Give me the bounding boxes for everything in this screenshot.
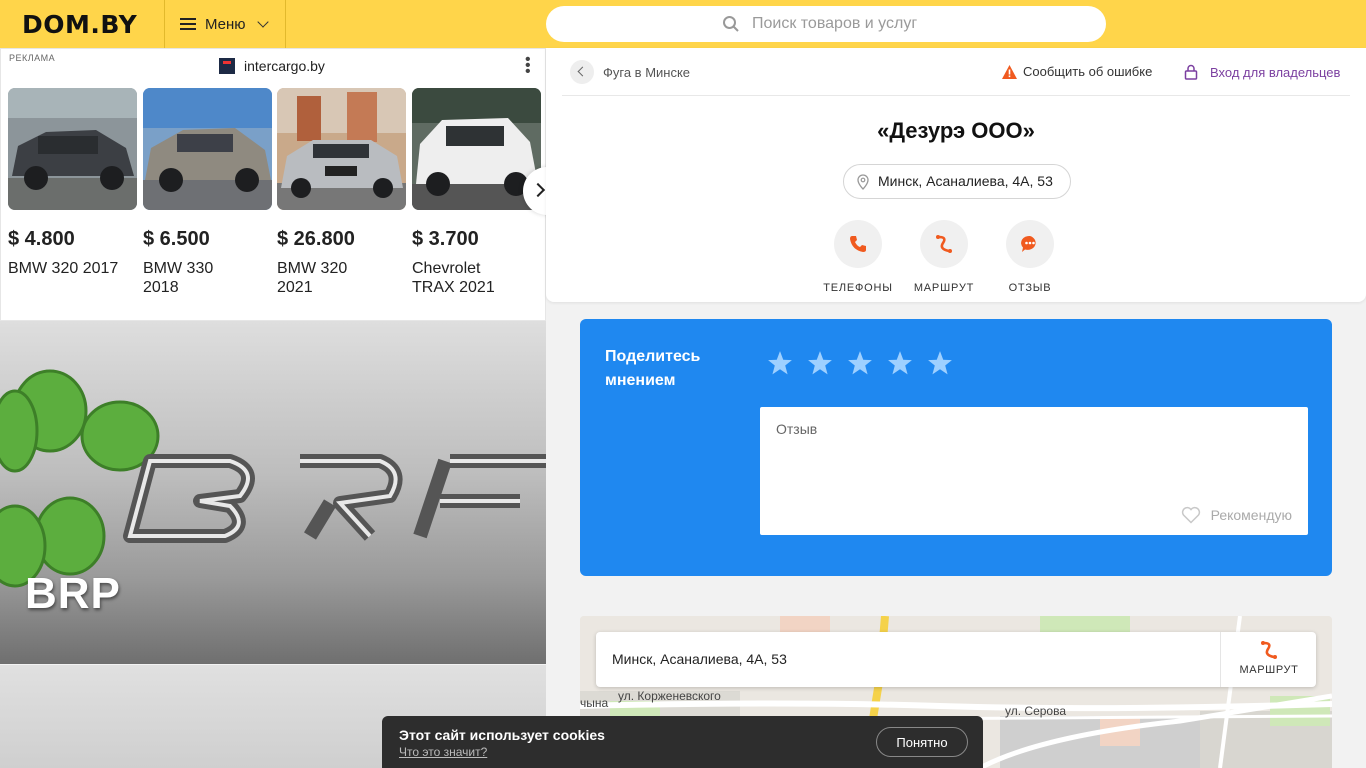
review-box: Рекомендую bbox=[760, 407, 1308, 535]
back-arrow-icon[interactable] bbox=[570, 60, 594, 84]
street-label: чына bbox=[580, 696, 609, 710]
cookie-accept-button[interactable]: Понятно bbox=[876, 727, 968, 757]
star-icon[interactable] bbox=[847, 350, 873, 376]
car-price: $ 3.700 bbox=[412, 228, 479, 250]
car-name: BMW 320 2017 bbox=[8, 260, 119, 277]
ad-card[interactable]: $ 26.800 BMW 320 2021 bbox=[277, 88, 406, 297]
car-photo bbox=[277, 88, 406, 210]
star-icon[interactable] bbox=[767, 350, 793, 376]
phone-icon bbox=[850, 236, 866, 252]
owner-login-label: Вход для владельцев bbox=[1210, 64, 1341, 80]
street-label: ул. Корженевского bbox=[618, 689, 721, 703]
owner-login-link[interactable]: Вход для владельцев bbox=[1184, 64, 1340, 80]
search-input[interactable] bbox=[752, 6, 1092, 42]
cookie-message: Этот сайт использует cookies bbox=[399, 727, 605, 743]
breadcrumb-label[interactable]: Фуга в Минске bbox=[603, 65, 690, 80]
intercargo-logo-icon bbox=[219, 58, 235, 77]
route-icon bbox=[936, 235, 952, 253]
brand-banner[interactable]: BRP bbox=[0, 321, 546, 664]
map-address-card: Минск, Асаналиева, 4А, 53 МАРШРУТ bbox=[596, 632, 1316, 687]
rating-stars bbox=[767, 350, 967, 376]
menu-label: Меню bbox=[205, 15, 246, 33]
hamburger-icon bbox=[180, 18, 196, 30]
star-icon[interactable] bbox=[927, 350, 953, 376]
chat-icon bbox=[1021, 235, 1036, 252]
banner-title: BRP bbox=[25, 569, 121, 618]
car-name: BMW 330 2018 bbox=[143, 260, 214, 296]
review-textarea[interactable] bbox=[760, 407, 1308, 497]
ad-block: РЕКЛАМА intercargo.by • • • $ 4.800 BMW 32… bbox=[0, 48, 555, 321]
car-name: Chevrolet TRAX 2021 bbox=[412, 260, 495, 296]
car-photo bbox=[8, 88, 137, 210]
star-icon[interactable] bbox=[887, 350, 913, 376]
search-icon bbox=[723, 16, 739, 32]
site-logo[interactable]: DOM.BY bbox=[22, 10, 137, 39]
map-address: Минск, Асаналиева, 4А, 53 bbox=[612, 651, 787, 667]
company-name: «Дезурэ ООО» bbox=[877, 118, 1035, 143]
ad-card[interactable]: $ 6.500 BMW 330 2018 bbox=[143, 88, 272, 297]
chevron-right-icon bbox=[530, 182, 546, 198]
route-icon-wrap bbox=[920, 220, 968, 268]
ad-source-name: intercargo.by bbox=[244, 58, 325, 74]
street-label: ул. Серова bbox=[1005, 704, 1067, 718]
ad-source[interactable]: intercargo.by bbox=[219, 58, 325, 77]
review-label: ОТЗЫВ bbox=[1008, 282, 1052, 294]
report-error-label: Сообщить об ошибке bbox=[1023, 64, 1153, 79]
car-price: $ 26.800 bbox=[277, 228, 355, 250]
cookie-info-link[interactable]: Что это значит? bbox=[399, 745, 487, 759]
map-pin-icon bbox=[857, 174, 869, 190]
phones-button[interactable]: ТЕЛЕФОНЫ bbox=[818, 220, 898, 294]
ad-card[interactable]: $ 4.800 BMW 320 2017 bbox=[8, 88, 137, 278]
cookie-banner: Этот сайт использует cookies Что это зна… bbox=[382, 716, 983, 768]
map-route-label: МАРШРУТ bbox=[1239, 664, 1299, 676]
car-photo bbox=[143, 88, 272, 210]
chevron-down-icon bbox=[256, 15, 269, 28]
recommend-toggle[interactable]: Рекомендую bbox=[1181, 506, 1292, 524]
divider bbox=[562, 95, 1350, 96]
car-name: BMW 320 2021 bbox=[277, 260, 348, 296]
recommend-label: Рекомендую bbox=[1210, 507, 1292, 523]
ad-card[interactable]: $ 3.700 Chevrolet TRAX 2021 bbox=[412, 88, 541, 297]
review-button[interactable]: ОТЗЫВ bbox=[990, 220, 1070, 294]
map-route-button[interactable]: МАРШРУТ bbox=[1220, 632, 1316, 687]
site-header: DOM.BY Меню bbox=[0, 0, 1366, 48]
lock-icon bbox=[1184, 64, 1198, 80]
phones-label: ТЕЛЕФОНЫ bbox=[823, 282, 893, 294]
review-title: Поделитесь мнением bbox=[605, 348, 701, 389]
phone-icon-wrap bbox=[834, 220, 882, 268]
warning-icon bbox=[1002, 64, 1017, 79]
star-icon[interactable] bbox=[807, 350, 833, 376]
car-price: $ 6.500 bbox=[143, 228, 210, 250]
review-form: Поделитесь мнением Рекомендую bbox=[580, 319, 1332, 576]
car-price: $ 4.800 bbox=[8, 228, 75, 250]
route-icon bbox=[1260, 641, 1277, 659]
report-error-link[interactable]: Сообщить об ошибке bbox=[1002, 64, 1152, 79]
chat-icon-wrap bbox=[1006, 220, 1054, 268]
route-button[interactable]: МАРШРУТ bbox=[904, 220, 984, 294]
car-photo bbox=[412, 88, 541, 210]
ad-label: РЕКЛАМА bbox=[9, 53, 56, 63]
address-button[interactable]: Минск, Асаналиева, 4А, 53 bbox=[843, 164, 1071, 199]
route-label: МАРШРУТ bbox=[913, 282, 975, 294]
menu-button[interactable]: Меню bbox=[164, 0, 286, 48]
company-card: Фуга в Минске Сообщить об ошибке Вход дл… bbox=[546, 48, 1366, 302]
breadcrumb[interactable]: Фуга в Минске bbox=[570, 60, 690, 84]
heart-icon bbox=[1181, 506, 1200, 524]
search-bar bbox=[546, 6, 1106, 42]
more-options-icon[interactable]: • • • bbox=[525, 52, 533, 80]
address-text: Минск, Асаналиева, 4А, 53 bbox=[878, 173, 1053, 189]
